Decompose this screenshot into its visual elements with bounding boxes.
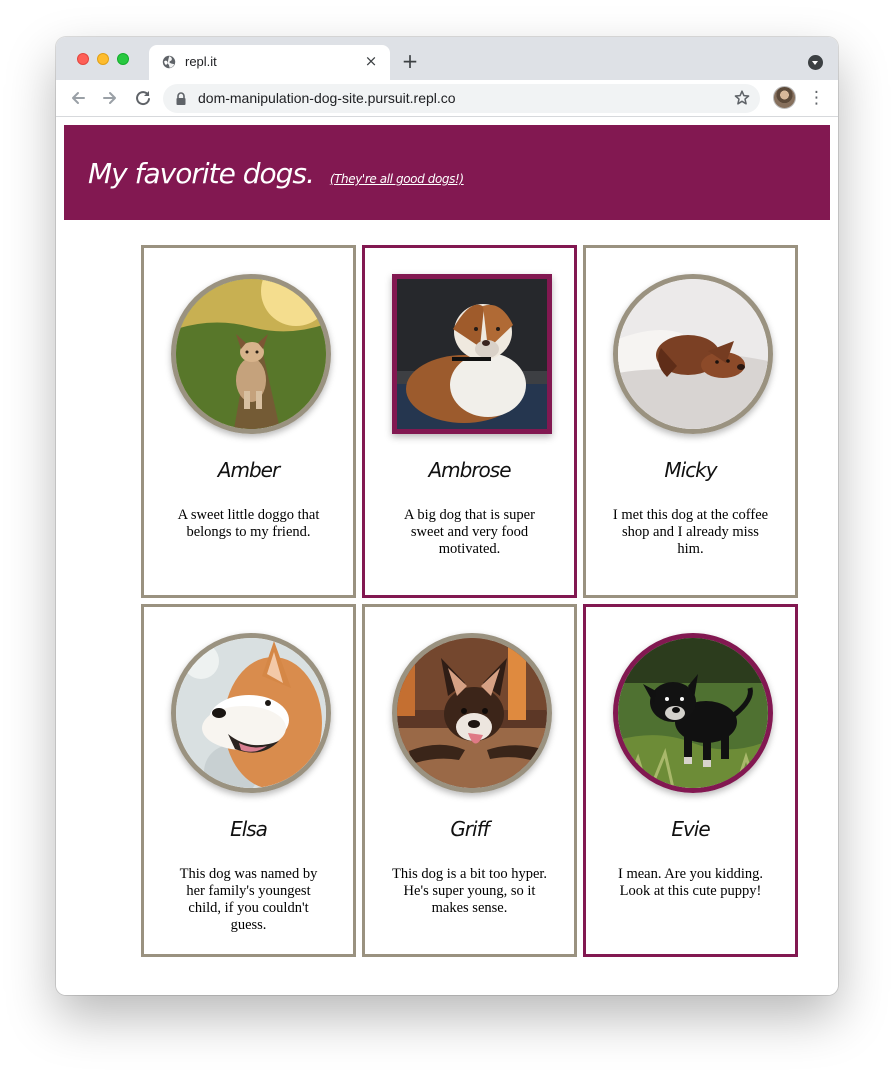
- dog-photo-amber: [171, 274, 331, 434]
- browser-tab[interactable]: repl.it ×: [149, 45, 390, 80]
- dog-name-elsa: Elsa: [230, 817, 268, 841]
- dog-name-amber: Amber: [217, 458, 280, 482]
- dog-description-evie: I mean. Are you kidding. Look at this cu…: [618, 866, 763, 899]
- tab-bar: repl.it × +: [56, 37, 838, 80]
- dog-description-ambrose: A big dog that is super sweet and very f…: [404, 507, 535, 557]
- dog-card-elsa[interactable]: Elsa This dog was named by her family's …: [141, 604, 356, 957]
- dog-name-ambrose: Ambrose: [428, 458, 511, 482]
- dog-photo-ambrose: [392, 274, 552, 434]
- browser-toolbar: dom-manipulation-dog-site.pursuit.repl.c…: [56, 80, 838, 117]
- back-arrow-icon[interactable]: [67, 87, 89, 109]
- address-bar[interactable]: dom-manipulation-dog-site.pursuit.repl.c…: [163, 84, 760, 113]
- browser-window: repl.it × + dom-manipulation-dog-site.pu…: [56, 37, 838, 995]
- close-tab-icon[interactable]: ×: [362, 52, 380, 70]
- dog-photo-micky: [613, 274, 773, 434]
- profile-avatar[interactable]: [773, 86, 796, 109]
- reload-icon[interactable]: [132, 87, 154, 109]
- dog-photo-elsa: [171, 633, 331, 793]
- dog-card-micky[interactable]: Micky I met this dog at the coffee shop …: [583, 245, 798, 598]
- dog-description-griff: This dog is a bit too hyper. He's super …: [391, 866, 548, 916]
- lock-icon[interactable]: [175, 92, 187, 105]
- minimize-window-button[interactable]: [97, 53, 109, 65]
- url-text[interactable]: dom-manipulation-dog-site.pursuit.repl.c…: [198, 90, 456, 106]
- dog-card-griff[interactable]: Griff This dog is a bit too hyper. He's …: [362, 604, 577, 957]
- dog-name-griff: Griff: [450, 817, 489, 841]
- dog-photo-griff: [392, 633, 552, 793]
- page-title-text: My favorite dogs.: [88, 157, 315, 190]
- dog-card-amber[interactable]: Amber A sweet little doggo that belongs …: [141, 245, 356, 598]
- dog-photo-evie: [613, 633, 773, 793]
- dog-card-evie[interactable]: Evie I mean. Are you kidding. Look at th…: [583, 604, 798, 957]
- maximize-window-button[interactable]: [117, 53, 129, 65]
- globe-icon: [162, 55, 176, 69]
- dog-description-elsa: This dog was named by her family's young…: [179, 866, 318, 933]
- site-header: My favorite dogs. (They're all good dogs…: [64, 125, 830, 220]
- browser-menu-icon[interactable]: ⋮: [808, 88, 825, 108]
- dog-card-ambrose[interactable]: Ambrose A big dog that is super sweet an…: [362, 245, 577, 598]
- dog-description-amber: A sweet little doggo that belongs to my …: [177, 507, 320, 540]
- tab-title: repl.it: [185, 54, 217, 69]
- dog-name-evie: Evie: [671, 817, 710, 841]
- forward-arrow-icon[interactable]: [99, 87, 121, 109]
- page-viewport: My favorite dogs. (They're all good dogs…: [56, 117, 838, 995]
- tab-search-dropdown-icon[interactable]: [808, 55, 823, 70]
- star-icon[interactable]: [733, 89, 751, 107]
- dog-description-micky: I met this dog at the coffee shop and I …: [612, 507, 769, 557]
- page-subtitle-link[interactable]: (They're all good dogs!): [330, 172, 464, 186]
- new-tab-button[interactable]: +: [399, 50, 421, 72]
- close-window-button[interactable]: [77, 53, 89, 65]
- page-title: My favorite dogs. (They're all good dogs…: [88, 157, 464, 190]
- dog-name-micky: Micky: [664, 458, 717, 482]
